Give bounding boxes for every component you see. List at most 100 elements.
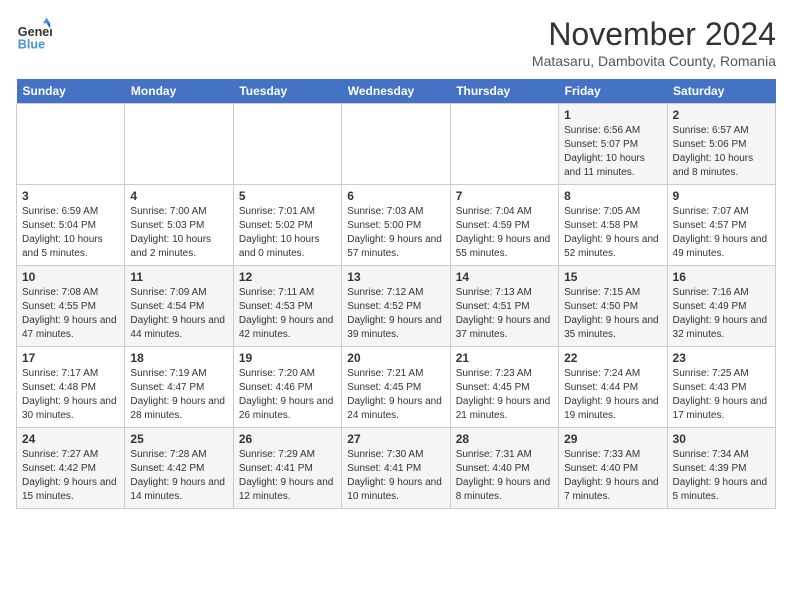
calendar-cell: 20 Sunrise: 7:21 AM Sunset: 4:45 PM Dayli… [342,347,450,428]
calendar-cell: 1 Sunrise: 6:56 AM Sunset: 5:07 PM Daylig… [559,104,667,185]
calendar-cell: 30 Sunrise: 7:34 AM Sunset: 4:39 PM Dayli… [667,428,775,509]
calendar-cell: 16Sunrise: 7:16 AM Sunset: 4:49 PM Dayli… [667,266,775,347]
calendar-week-row: 17 Sunrise: 7:17 AM Sunset: 4:48 PM Dayli… [17,347,776,428]
day-info: Sunrise: 6:59 AM Sunset: 5:04 PM Dayligh… [22,205,119,261]
calendar-cell: 29 Sunrise: 7:33 AM Sunset: 4:40 PM Dayli… [559,428,667,509]
calendar-cell [233,104,341,185]
calendar-cell: 6 Sunrise: 7:03 AM Sunset: 5:00 PM Daylig… [342,185,450,266]
calendar-week-row: 10Sunrise: 7:08 AM Sunset: 4:55 PM Dayli… [17,266,776,347]
day-header-wednesday: Wednesday [342,79,450,104]
calendar-table: SundayMondayTuesdayWednesdayThursdayFrid… [16,79,776,509]
day-info: Sunrise: 7:30 AM Sunset: 4:41 PM Dayligh… [347,448,444,504]
day-info: Sunrise: 7:27 AM Sunset: 4:42 PM Dayligh… [22,448,119,504]
day-info: Sunrise: 7:00 AM Sunset: 5:03 PM Dayligh… [130,205,227,261]
day-number: 27 [347,432,444,446]
calendar-cell: 10Sunrise: 7:08 AM Sunset: 4:55 PM Dayli… [17,266,125,347]
day-info: Sunrise: 7:07 AM Sunset: 4:57 PM Dayligh… [673,205,770,261]
calendar-week-row: 24 Sunrise: 7:27 AM Sunset: 4:42 PM Dayli… [17,428,776,509]
day-info: Sunrise: 7:31 AM Sunset: 4:40 PM Dayligh… [456,448,553,504]
title-block: November 2024 Matasaru, Dambovita County… [532,16,776,69]
day-info: Sunrise: 7:13 AM Sunset: 4:51 PM Dayligh… [456,286,553,342]
day-header-sunday: Sunday [17,79,125,104]
calendar-cell: 28 Sunrise: 7:31 AM Sunset: 4:40 PM Dayli… [450,428,558,509]
calendar-week-row: 3 Sunrise: 6:59 AM Sunset: 5:04 PM Daylig… [17,185,776,266]
calendar-cell: 26Sunrise: 7:29 AM Sunset: 4:41 PM Dayli… [233,428,341,509]
calendar-cell: 15Sunrise: 7:15 AM Sunset: 4:50 PM Dayli… [559,266,667,347]
day-info: Sunrise: 7:17 AM Sunset: 4:48 PM Dayligh… [22,367,119,423]
day-info: Sunrise: 6:56 AM Sunset: 5:07 PM Dayligh… [564,124,661,180]
logo: General Blue [16,16,52,52]
day-info: Sunrise: 7:19 AM Sunset: 4:47 PM Dayligh… [130,367,227,423]
day-info: Sunrise: 7:33 AM Sunset: 4:40 PM Dayligh… [564,448,661,504]
calendar-cell: 7 Sunrise: 7:04 AM Sunset: 4:59 PM Daylig… [450,185,558,266]
day-info: Sunrise: 7:05 AM Sunset: 4:58 PM Dayligh… [564,205,661,261]
day-info: Sunrise: 7:03 AM Sunset: 5:00 PM Dayligh… [347,205,444,261]
day-info: Sunrise: 7:11 AM Sunset: 4:53 PM Dayligh… [239,286,336,342]
day-number: 26 [239,432,336,446]
day-number: 22 [564,351,661,365]
calendar-cell: 3 Sunrise: 6:59 AM Sunset: 5:04 PM Daylig… [17,185,125,266]
day-info: Sunrise: 7:24 AM Sunset: 4:44 PM Dayligh… [564,367,661,423]
day-number: 23 [673,351,770,365]
day-number: 2 [673,108,770,122]
calendar-cell [125,104,233,185]
day-info: Sunrise: 7:25 AM Sunset: 4:43 PM Dayligh… [673,367,770,423]
day-number: 13 [347,270,444,284]
calendar-cell: 13 Sunrise: 7:12 AM Sunset: 4:52 PM Dayli… [342,266,450,347]
day-number: 21 [456,351,553,365]
calendar-cell: 14Sunrise: 7:13 AM Sunset: 4:51 PM Dayli… [450,266,558,347]
day-number: 3 [22,189,119,203]
day-number: 6 [347,189,444,203]
day-number: 5 [239,189,336,203]
calendar-cell: 19 Sunrise: 7:20 AM Sunset: 4:46 PM Dayli… [233,347,341,428]
day-number: 1 [564,108,661,122]
day-number: 29 [564,432,661,446]
calendar-cell: 18 Sunrise: 7:19 AM Sunset: 4:47 PM Dayli… [125,347,233,428]
day-number: 11 [130,270,227,284]
day-number: 18 [130,351,227,365]
calendar-cell: 8 Sunrise: 7:05 AM Sunset: 4:58 PM Daylig… [559,185,667,266]
calendar-week-row: 1 Sunrise: 6:56 AM Sunset: 5:07 PM Daylig… [17,104,776,185]
day-info: Sunrise: 7:28 AM Sunset: 4:42 PM Dayligh… [130,448,227,504]
calendar-cell [450,104,558,185]
day-number: 8 [564,189,661,203]
calendar-cell: 11 Sunrise: 7:09 AM Sunset: 4:54 PM Dayli… [125,266,233,347]
calendar-cell: 2 Sunrise: 6:57 AM Sunset: 5:06 PM Daylig… [667,104,775,185]
day-number: 30 [673,432,770,446]
calendar-cell: 24 Sunrise: 7:27 AM Sunset: 4:42 PM Dayli… [17,428,125,509]
calendar-cell: 9 Sunrise: 7:07 AM Sunset: 4:57 PM Daylig… [667,185,775,266]
day-number: 19 [239,351,336,365]
calendar-cell: 5 Sunrise: 7:01 AM Sunset: 5:02 PM Daylig… [233,185,341,266]
day-info: Sunrise: 7:09 AM Sunset: 4:54 PM Dayligh… [130,286,227,342]
day-info: Sunrise: 7:15 AM Sunset: 4:50 PM Dayligh… [564,286,661,342]
page-header: General Blue November 2024 Matasaru, Dam… [16,16,776,69]
day-number: 17 [22,351,119,365]
day-info: Sunrise: 7:34 AM Sunset: 4:39 PM Dayligh… [673,448,770,504]
calendar-cell [17,104,125,185]
calendar-cell: 21Sunrise: 7:23 AM Sunset: 4:45 PM Dayli… [450,347,558,428]
location-subtitle: Matasaru, Dambovita County, Romania [532,53,776,69]
day-header-tuesday: Tuesday [233,79,341,104]
day-info: Sunrise: 7:21 AM Sunset: 4:45 PM Dayligh… [347,367,444,423]
day-number: 28 [456,432,553,446]
calendar-cell: 27 Sunrise: 7:30 AM Sunset: 4:41 PM Dayli… [342,428,450,509]
calendar-cell [342,104,450,185]
day-header-saturday: Saturday [667,79,775,104]
day-info: Sunrise: 7:01 AM Sunset: 5:02 PM Dayligh… [239,205,336,261]
day-number: 20 [347,351,444,365]
day-info: Sunrise: 7:12 AM Sunset: 4:52 PM Dayligh… [347,286,444,342]
day-header-thursday: Thursday [450,79,558,104]
day-info: Sunrise: 7:16 AM Sunset: 4:49 PM Dayligh… [673,286,770,342]
calendar-cell: 4 Sunrise: 7:00 AM Sunset: 5:03 PM Daylig… [125,185,233,266]
day-info: Sunrise: 7:20 AM Sunset: 4:46 PM Dayligh… [239,367,336,423]
day-number: 24 [22,432,119,446]
day-header-monday: Monday [125,79,233,104]
day-number: 7 [456,189,553,203]
day-number: 9 [673,189,770,203]
day-info: Sunrise: 7:08 AM Sunset: 4:55 PM Dayligh… [22,286,119,342]
day-info: Sunrise: 7:04 AM Sunset: 4:59 PM Dayligh… [456,205,553,261]
day-number: 4 [130,189,227,203]
day-number: 25 [130,432,227,446]
calendar-cell: 25 Sunrise: 7:28 AM Sunset: 4:42 PM Dayli… [125,428,233,509]
day-info: Sunrise: 6:57 AM Sunset: 5:06 PM Dayligh… [673,124,770,180]
